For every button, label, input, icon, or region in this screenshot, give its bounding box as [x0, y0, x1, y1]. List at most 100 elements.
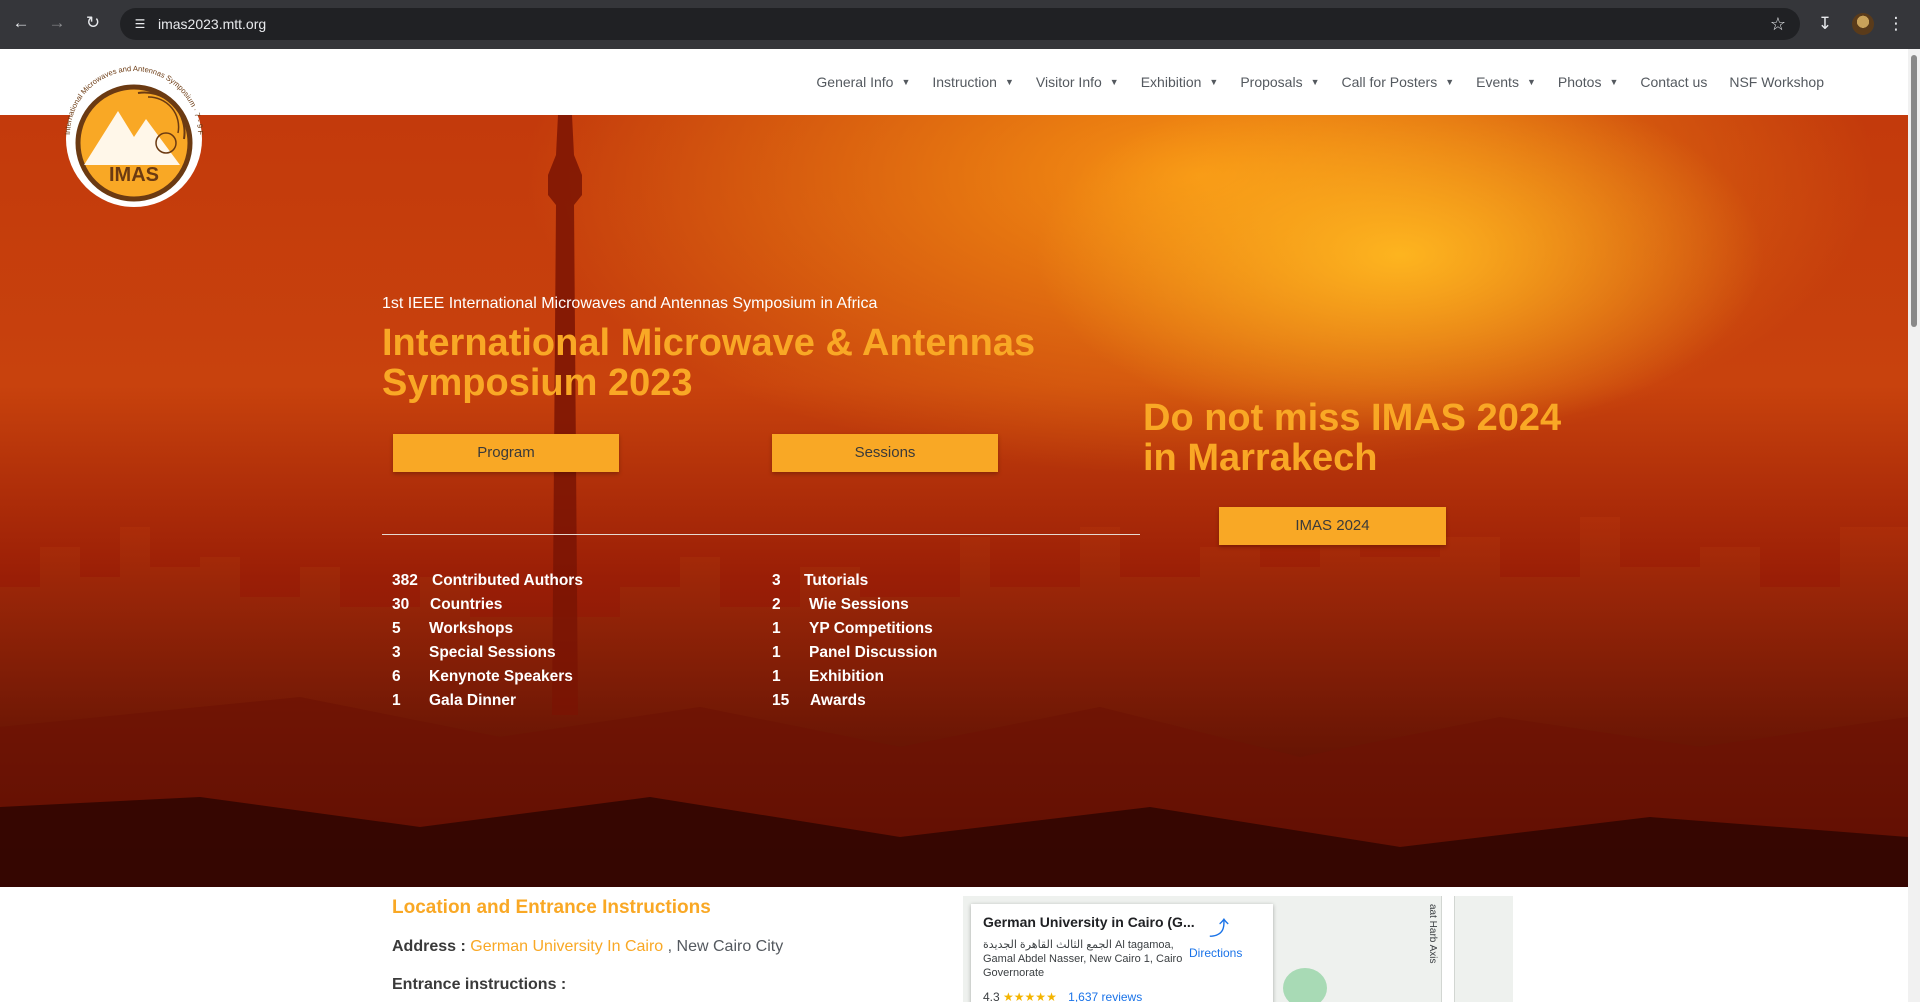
stat-number: 1 [772, 644, 781, 661]
nav-label: NSF Workshop [1729, 74, 1824, 90]
directions-link[interactable]: Directions [1189, 946, 1242, 960]
nav-exhibition[interactable]: Exhibition ▼ [1130, 49, 1230, 115]
stat-row: 30 Countries [392, 593, 583, 617]
stat-label: Countries [430, 596, 503, 613]
nav-contact-us[interactable]: Contact us [1629, 49, 1718, 115]
map-place-name[interactable]: German University in Cairo (G... [983, 914, 1195, 930]
stat-label: Contributed Authors [432, 572, 583, 589]
hero-divider [382, 534, 1140, 535]
site-info-icon[interactable]: ☰ [132, 16, 148, 32]
map-place-address: الجمع الثالث القاهرة الجديدة Al tagamoa,… [983, 939, 1183, 979]
back-icon[interactable]: ← [10, 12, 32, 34]
location-title: Location and Entrance Instructions [392, 897, 711, 918]
address-bar[interactable]: ☰ imas2023.mtt.org ☆ [120, 8, 1800, 40]
program-button[interactable]: Program [393, 434, 619, 472]
stat-row: 1 Panel Discussion [772, 641, 937, 665]
stat-label: Workshops [429, 620, 514, 637]
imas-logo[interactable]: IMAS International Microwaves and Antenn… [48, 53, 218, 213]
nav-label: Events [1476, 74, 1519, 90]
stat-label: Exhibition [809, 668, 884, 685]
nav-label: Photos [1557, 74, 1602, 90]
stat-row: 3 Special Sessions [392, 641, 583, 665]
nav-visitor-info[interactable]: Visitor Info ▼ [1025, 49, 1130, 115]
download-icon[interactable]: ↧ [1813, 12, 1837, 36]
stat-row: 15 Awards [772, 689, 937, 713]
nav-label: Contact us [1640, 74, 1708, 90]
address-link[interactable]: German University In Cairo [470, 938, 663, 955]
location-address: Address : German University In Cairo , N… [392, 938, 783, 956]
caret-down-icon: ▼ [901, 77, 911, 87]
stat-number: 6 [392, 668, 401, 685]
stat-row: 5 Workshops [392, 617, 583, 641]
entrance-label: Entrance instructions : [392, 976, 567, 993]
nav-call-for-posters[interactable]: Call for Posters ▼ [1331, 49, 1466, 115]
stat-number: 3 [392, 644, 401, 661]
caret-down-icon: ▼ [1445, 77, 1455, 87]
stat-number: 3 [772, 572, 781, 589]
browser-toolbar: ← → ↻ ☰ imas2023.mtt.org ☆ ↧ ⋮ [0, 0, 1920, 49]
address-label: Address : [392, 938, 466, 955]
stat-number: 2 [772, 596, 781, 613]
hero-title: International Microwave & Antennas Sympo… [382, 322, 1036, 404]
map-embed[interactable]: aat Harb Axis German University in Cairo… [963, 896, 1513, 1002]
nav-label: Proposals [1240, 74, 1303, 90]
rating-value: 4.3 [983, 990, 1000, 1002]
nav-events[interactable]: Events ▼ [1465, 49, 1547, 115]
logo-text: IMAS [109, 164, 159, 186]
caret-down-icon: ▼ [1209, 77, 1219, 87]
promo-title: Do not miss IMAS 2024 in Marrakech [1143, 397, 1562, 479]
nav-label: Call for Posters [1341, 74, 1438, 90]
url-text[interactable]: imas2023.mtt.org [158, 15, 266, 33]
stats-left: 382 Contributed Authors 30 Countries 5 Work… [392, 569, 583, 713]
map-place-card: German University in Cairo (G... الجمع ا… [971, 904, 1273, 1002]
nav-proposals[interactable]: Proposals ▼ [1229, 49, 1330, 115]
nav-label: Exhibition [1140, 74, 1202, 90]
stat-label: Wie Sessions [809, 596, 909, 613]
imas-2024-button[interactable]: IMAS 2024 [1219, 507, 1446, 545]
stat-number: 15 [772, 692, 790, 709]
nav-instruction[interactable]: Instruction ▼ [921, 49, 1025, 115]
caret-down-icon: ▼ [1109, 77, 1119, 87]
map-road [1441, 896, 1455, 1002]
stat-row: 1 Gala Dinner [392, 689, 583, 713]
caret-down-icon: ▼ [1310, 77, 1320, 87]
map-rating: 4.3 ★★★★★ 1,637 reviews [983, 990, 1142, 1002]
forward-icon[interactable]: → [46, 12, 68, 34]
caret-down-icon: ▼ [1004, 77, 1014, 87]
stat-row: 1 Exhibition [772, 665, 937, 689]
reload-icon[interactable]: ↻ [82, 12, 104, 34]
bookmark-star-icon[interactable]: ☆ [1770, 13, 1786, 35]
sessions-button[interactable]: Sessions [772, 434, 998, 472]
caret-down-icon: ▼ [1609, 77, 1619, 87]
page-scrollbar[interactable] [1908, 49, 1920, 1002]
stats-right: 3 Tutorials 2 Wie Sessions 1 YP Competition… [772, 569, 937, 713]
stat-number: 30 [392, 596, 410, 613]
nav-label: Visitor Info [1035, 74, 1102, 90]
stat-row: 2 Wie Sessions [772, 593, 937, 617]
stat-row: 382 Contributed Authors [392, 569, 583, 593]
nav-nsf-workshop[interactable]: NSF Workshop [1718, 49, 1835, 115]
stat-row: 6 Kenynote Speakers [392, 665, 583, 689]
directions-icon[interactable]: ⤴ [1208, 918, 1230, 940]
web-page: General Info ▼ Instruction ▼ Visitor Info ▼… [0, 49, 1908, 1002]
city-skyline-graphic [0, 507, 1908, 887]
stat-number: 1 [772, 668, 781, 685]
stat-label: Panel Discussion [809, 644, 938, 661]
hero-banner [0, 115, 1908, 887]
menu-kebab-icon[interactable]: ⋮ [1884, 12, 1908, 36]
nav-general-info[interactable]: General Info ▼ [805, 49, 921, 115]
main-nav: General Info ▼ Instruction ▼ Visitor Info ▼… [805, 49, 1908, 115]
nav-photos[interactable]: Photos ▼ [1547, 49, 1630, 115]
stat-number: 382 [392, 572, 418, 589]
stat-label: Gala Dinner [429, 692, 516, 709]
stat-row: 3 Tutorials [772, 569, 937, 593]
nav-label: General Info [816, 74, 894, 90]
map-park-area [1283, 968, 1327, 1002]
stat-label: YP Competitions [809, 620, 933, 637]
reviews-link[interactable]: 1,637 reviews [1068, 990, 1142, 1002]
stat-label: Kenynote Speakers [429, 668, 573, 685]
profile-avatar[interactable] [1852, 13, 1874, 35]
site-header: General Info ▼ Instruction ▼ Visitor Info ▼… [0, 49, 1908, 115]
stat-number: 1 [772, 620, 781, 637]
scrollbar-thumb[interactable] [1911, 55, 1917, 327]
